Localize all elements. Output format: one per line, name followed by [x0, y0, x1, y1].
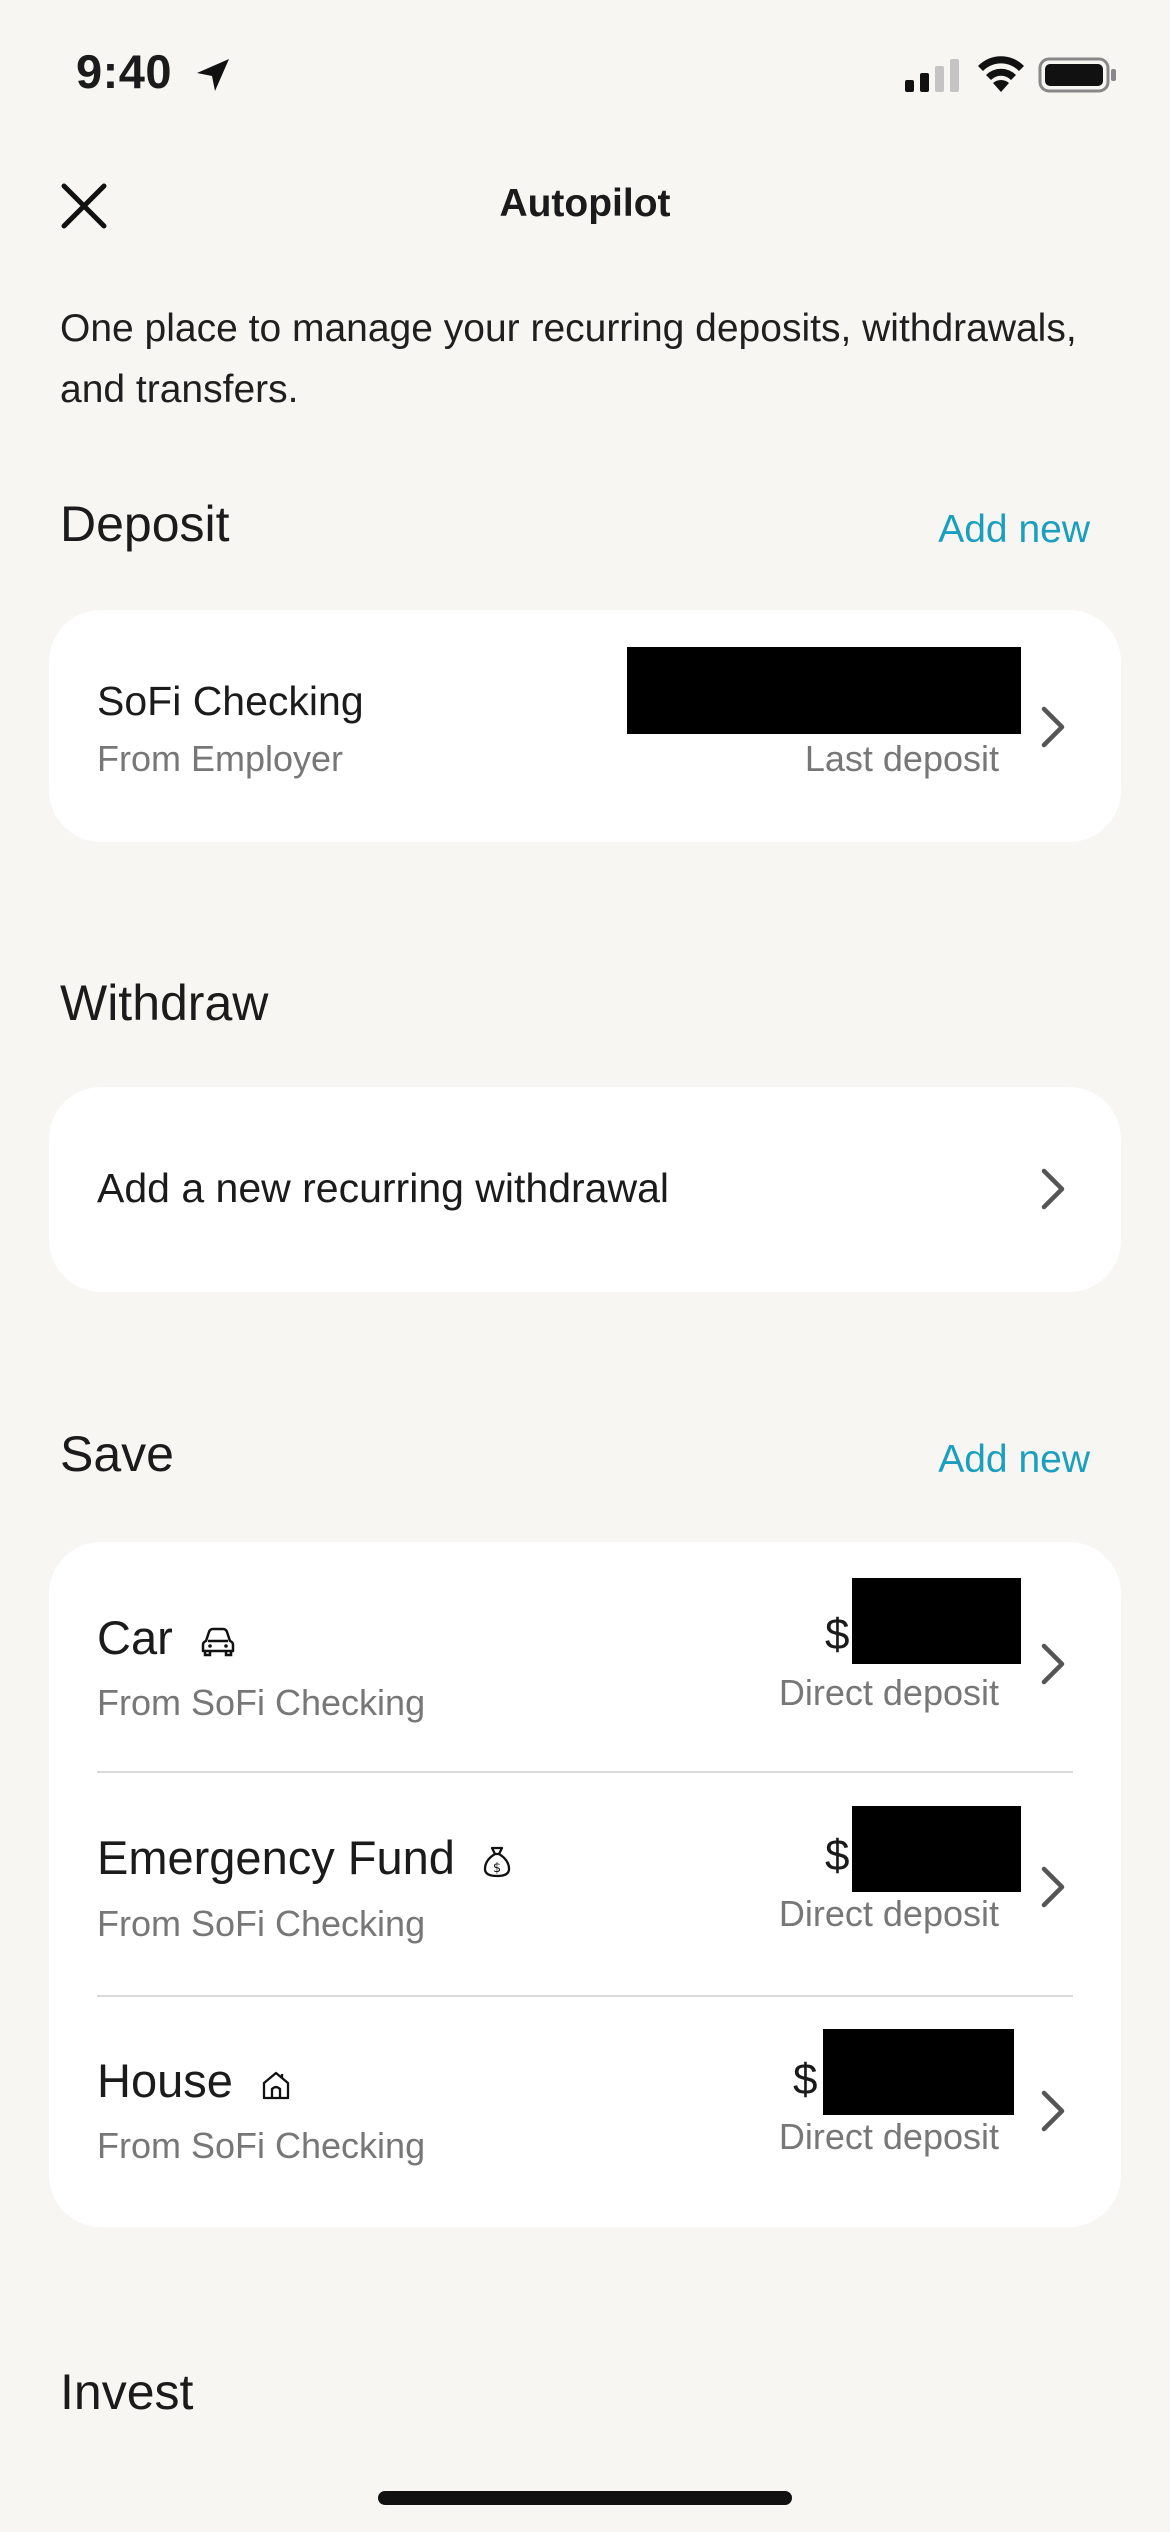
save-row-title: Car	[97, 1610, 236, 1665]
save-row-emergency-fund[interactable]: Emergency Fund $ From SoFi Checking $ Di…	[49, 1773, 1121, 1995]
amount-prefix: $	[825, 1610, 850, 1659]
save-row-right-label: Direct deposit	[778, 1893, 999, 1934]
save-row-title: House	[97, 2053, 292, 2108]
save-row-title: Emergency Fund $	[97, 1830, 512, 1885]
save-card: Car From SoFi Checking $ Direct deposit …	[49, 1542, 1121, 2227]
status-time: 9:40	[76, 45, 173, 98]
intro-text: One place to manage your recurring depos…	[60, 307, 1077, 411]
chevron-right-icon	[1041, 1168, 1065, 1210]
deposit-add-new-link[interactable]: Add new	[938, 508, 1090, 552]
deposit-section-title: Deposit	[60, 496, 230, 552]
status-bar: 9:40	[0, 0, 1170, 150]
deposit-card: SoFi Checking From Employer Last deposit	[49, 610, 1121, 842]
redacted-amount	[852, 1578, 1021, 1664]
redacted-amount	[852, 1806, 1021, 1892]
amount-prefix: $	[825, 1831, 850, 1880]
save-add-new-link[interactable]: Add new	[938, 1438, 1090, 1482]
save-row-right-label: Direct deposit	[778, 2116, 999, 2157]
location-arrow-icon	[197, 59, 229, 91]
money-bag-icon: $	[483, 1846, 511, 1877]
chevron-right-icon	[1041, 1643, 1065, 1685]
withdraw-card: Add a new recurring withdrawal	[49, 1087, 1121, 1292]
battery-icon	[1038, 57, 1116, 93]
chevron-right-icon	[1041, 1866, 1065, 1908]
save-row-subtitle: From SoFi Checking	[97, 1903, 426, 1944]
save-row-car[interactable]: Car From SoFi Checking $ Direct deposit	[49, 1542, 1121, 1772]
wifi-icon	[978, 56, 1024, 92]
chevron-right-icon	[1041, 706, 1065, 748]
add-recurring-withdrawal-row[interactable]: Add a new recurring withdrawal	[49, 1087, 1121, 1292]
deposit-row-right-label: Last deposit	[804, 738, 999, 779]
save-row-house[interactable]: House From SoFi Checking $ Direct deposi…	[49, 1997, 1121, 2227]
chevron-right-icon	[1041, 2090, 1065, 2132]
invest-section-title: Invest	[60, 2364, 194, 2420]
cellular-signal-icon	[905, 59, 959, 92]
car-icon	[201, 1627, 235, 1656]
redacted-amount	[627, 647, 1021, 734]
redacted-amount	[823, 2029, 1014, 2115]
svg-text:$: $	[493, 1861, 501, 1876]
save-row-subtitle: From SoFi Checking	[97, 1682, 426, 1723]
amount-prefix: $	[793, 2055, 818, 2104]
deposit-row-title: SoFi Checking	[97, 678, 364, 724]
save-row-right-label: Direct deposit	[778, 1672, 999, 1713]
deposit-row-sofi-checking[interactable]: SoFi Checking From Employer Last deposit	[49, 610, 1121, 842]
save-section-title: Save	[60, 1426, 174, 1482]
withdraw-section-title: Withdraw	[60, 975, 269, 1031]
home-indicator[interactable]	[378, 2491, 792, 2505]
deposit-row-subtitle: From Employer	[97, 738, 344, 779]
withdraw-row-title: Add a new recurring withdrawal	[97, 1165, 669, 1211]
house-icon	[262, 2071, 290, 2099]
page-title: Autopilot	[499, 182, 671, 225]
save-row-subtitle: From SoFi Checking	[97, 2125, 426, 2166]
